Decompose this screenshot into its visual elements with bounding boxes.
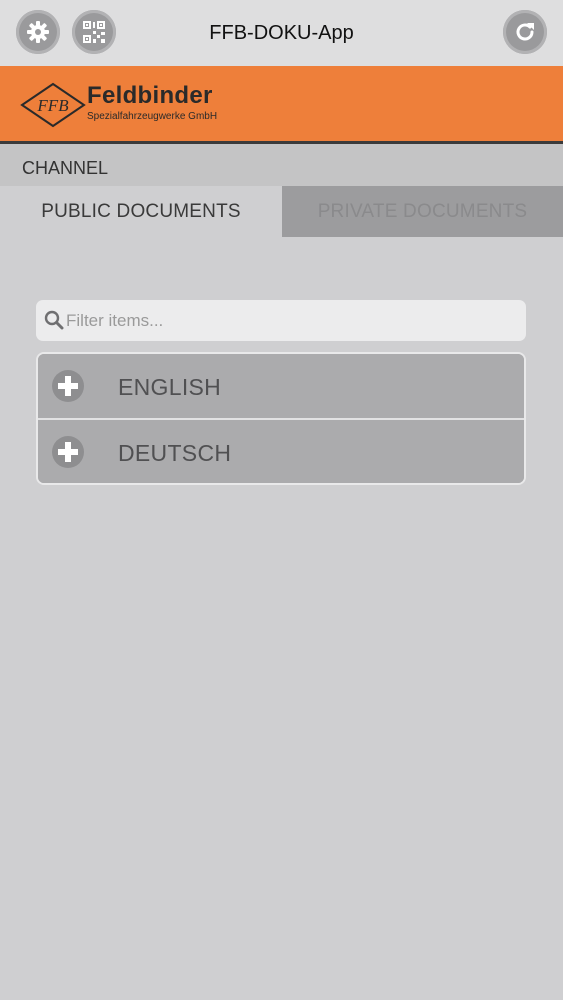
language-list: ENGLISH DEUTSCH bbox=[36, 352, 526, 485]
list-item-deutsch[interactable]: DEUTSCH bbox=[38, 420, 524, 483]
document-tabs: PUBLIC DOCUMENTS PRIVATE DOCUMENTS bbox=[0, 186, 563, 237]
list-item-label: ENGLISH bbox=[118, 374, 222, 400]
search-icon bbox=[44, 310, 64, 335]
plus-icon[interactable] bbox=[52, 436, 84, 468]
search-input[interactable] bbox=[66, 300, 516, 341]
refresh-icon bbox=[513, 20, 537, 44]
refresh-button[interactable] bbox=[503, 10, 547, 54]
tab-public-documents[interactable]: PUBLIC DOCUMENTS bbox=[0, 186, 282, 237]
channel-header: CHANNEL bbox=[0, 144, 563, 186]
top-bar: FFB-DOKU-App bbox=[0, 0, 563, 66]
list-item-label: DEUTSCH bbox=[118, 440, 232, 466]
app-title: FFB-DOKU-App bbox=[209, 22, 354, 44]
list-item-english[interactable]: ENGLISH bbox=[38, 354, 524, 418]
logo-monogram: FFB bbox=[36, 96, 69, 115]
tab-private-documents[interactable]: PRIVATE DOCUMENTS bbox=[282, 186, 563, 237]
logo-name: Feldbinder bbox=[87, 82, 213, 109]
search-bar bbox=[36, 300, 526, 341]
channel-label: CHANNEL bbox=[22, 158, 109, 178]
plus-icon[interactable] bbox=[52, 370, 84, 402]
brand-header: FFB Feldbinder Spezialfahrzeugwerke GmbH bbox=[0, 66, 563, 144]
company-logo: FFB Feldbinder Spezialfahrzeugwerke GmbH bbox=[20, 80, 260, 130]
logo-subtitle: Spezialfahrzeugwerke GmbH bbox=[87, 111, 218, 122]
